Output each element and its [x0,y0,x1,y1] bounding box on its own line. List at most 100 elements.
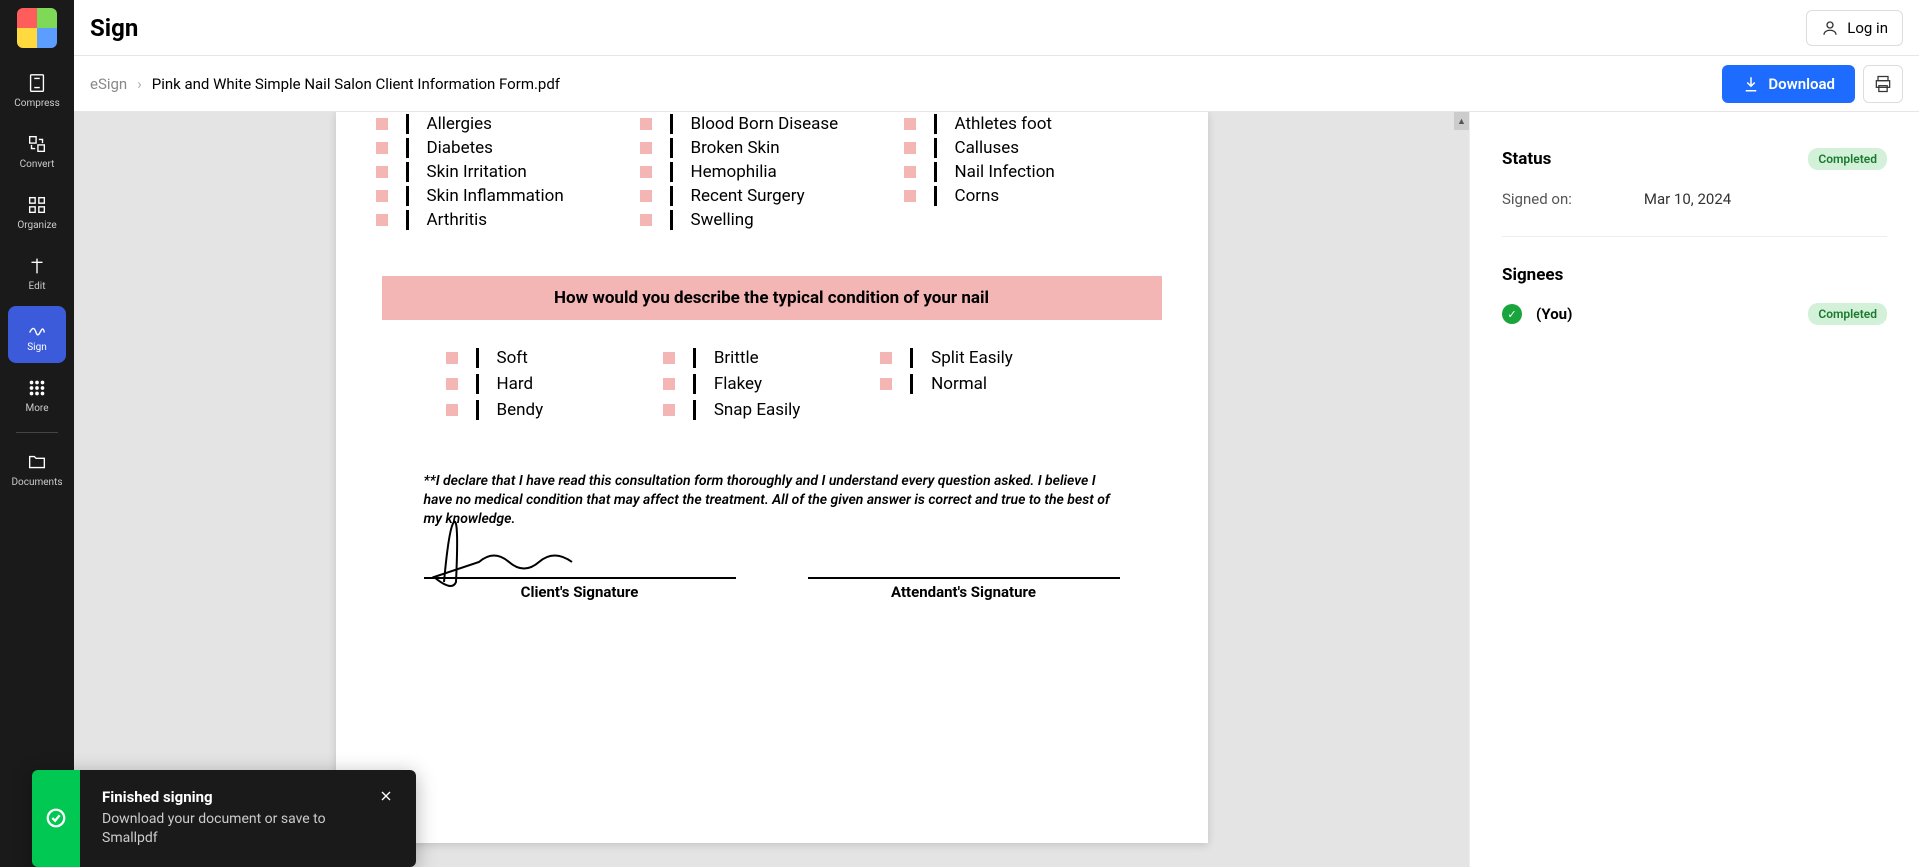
condition-label: Athletes foot [955,114,1052,134]
condition-item: Athletes foot [904,112,1168,136]
folder-icon [26,451,48,473]
nail-condition-item: Soft [446,348,663,368]
download-button[interactable]: Download [1722,65,1855,103]
checkbox[interactable] [376,214,388,226]
nail-condition-item: Normal [880,374,1097,394]
more-icon [26,377,48,399]
nav-label: Sign [27,342,47,353]
condition-label: Nail Infection [955,162,1055,182]
attendant-signature-label: Attendant's Signature [891,583,1036,601]
nav-documents[interactable]: Documents [8,441,66,498]
checkbox[interactable] [376,118,388,130]
condition-item [904,208,1168,232]
divider [670,210,673,230]
checkbox[interactable] [376,190,388,202]
condition-item: Arthritis [376,208,640,232]
nav-divider [16,432,58,433]
login-label: Log in [1847,19,1888,37]
nail-condition-item: Bendy [446,400,663,420]
info-panel: Status Completed Signed on: Mar 10, 2024… [1469,112,1919,867]
nav-sign[interactable]: Sign [8,306,66,363]
nail-condition-item: Brittle [663,348,880,368]
sidebar: Compress Convert Organize Edit Sign More… [0,0,74,867]
checkbox[interactable] [663,352,675,364]
checkbox[interactable] [376,166,388,178]
divider [934,114,937,134]
condition-label: Corns [955,186,1000,206]
divider [934,138,937,158]
nav-compress[interactable]: Compress [8,62,66,119]
nav-more[interactable]: More [8,367,66,424]
status-label: Status [1502,149,1551,169]
nav-label: More [25,403,48,414]
toast-close-button[interactable] [378,788,394,849]
nav-convert[interactable]: Convert [8,123,66,180]
condition-label: Skin Inflammation [427,186,564,206]
document-page: AllergiesBlood Born DiseaseAthletes foot… [336,112,1208,843]
condition-label: Skin Irritation [427,162,527,182]
checkbox[interactable] [880,352,892,364]
nail-condition-label: Bendy [497,400,544,420]
checkbox[interactable] [640,118,652,130]
convert-icon [26,133,48,155]
signee-row: ✓ (You) Completed [1502,303,1887,325]
nail-condition-label: Brittle [714,348,759,368]
checkbox[interactable] [376,142,388,154]
checkbox[interactable] [446,404,458,416]
breadcrumb-separator: › [137,75,142,93]
checkbox[interactable] [904,166,916,178]
divider [406,114,409,134]
checkbox[interactable] [446,352,458,364]
nav-label: Documents [11,477,62,488]
checkbox[interactable] [640,142,652,154]
nav-edit[interactable]: Edit [8,245,66,302]
checkbox[interactable] [640,214,652,226]
divider [693,348,696,368]
signed-on-value: Mar 10, 2024 [1644,190,1731,208]
checkbox[interactable] [663,404,675,416]
checkbox[interactable] [640,166,652,178]
login-button[interactable]: Log in [1806,10,1903,46]
check-circle-icon: ✓ [1502,304,1522,324]
status-badge: Completed [1808,148,1887,170]
checkbox[interactable] [904,190,916,202]
divider [693,374,696,394]
nail-condition-item: Flakey [663,374,880,394]
checkbox[interactable] [880,378,892,390]
nav-label: Compress [14,98,60,109]
condition-label: Hemophilia [691,162,777,182]
download-icon [1742,75,1760,93]
nail-condition-item: Snap Easily [663,400,880,420]
nail-condition-item: Hard [446,374,663,394]
nail-condition-item: Split Easily [880,348,1097,368]
checkbox[interactable] [663,378,675,390]
attendant-signature-line [808,531,1120,579]
condition-item: Nail Infection [904,160,1168,184]
divider [910,348,913,368]
sign-icon [26,316,48,338]
condition-item: Diabetes [376,136,640,160]
checkbox[interactable] [904,142,916,154]
nav-organize[interactable]: Organize [8,184,66,241]
divider [670,186,673,206]
divider [670,162,673,182]
breadcrumb-root[interactable]: eSign [90,75,127,93]
close-icon [378,788,394,804]
checkbox[interactable] [446,378,458,390]
organize-icon [26,194,48,216]
checkbox[interactable] [904,118,916,130]
divider [934,162,937,182]
condition-item: Recent Surgery [640,184,904,208]
checkbox[interactable] [640,190,652,202]
print-button[interactable] [1863,65,1903,103]
divider [476,374,479,394]
divider [476,400,479,420]
condition-label: Recent Surgery [691,186,805,206]
scroll-up-arrow[interactable]: ▲ [1454,112,1469,130]
document-viewer[interactable]: ▲ AllergiesBlood Born DiseaseAthletes fo… [74,112,1469,867]
nail-condition-label: Snap Easily [714,400,801,420]
nav-label: Edit [29,281,46,292]
toast-success-icon [32,770,80,867]
divider [934,186,937,206]
app-logo[interactable] [17,8,57,48]
